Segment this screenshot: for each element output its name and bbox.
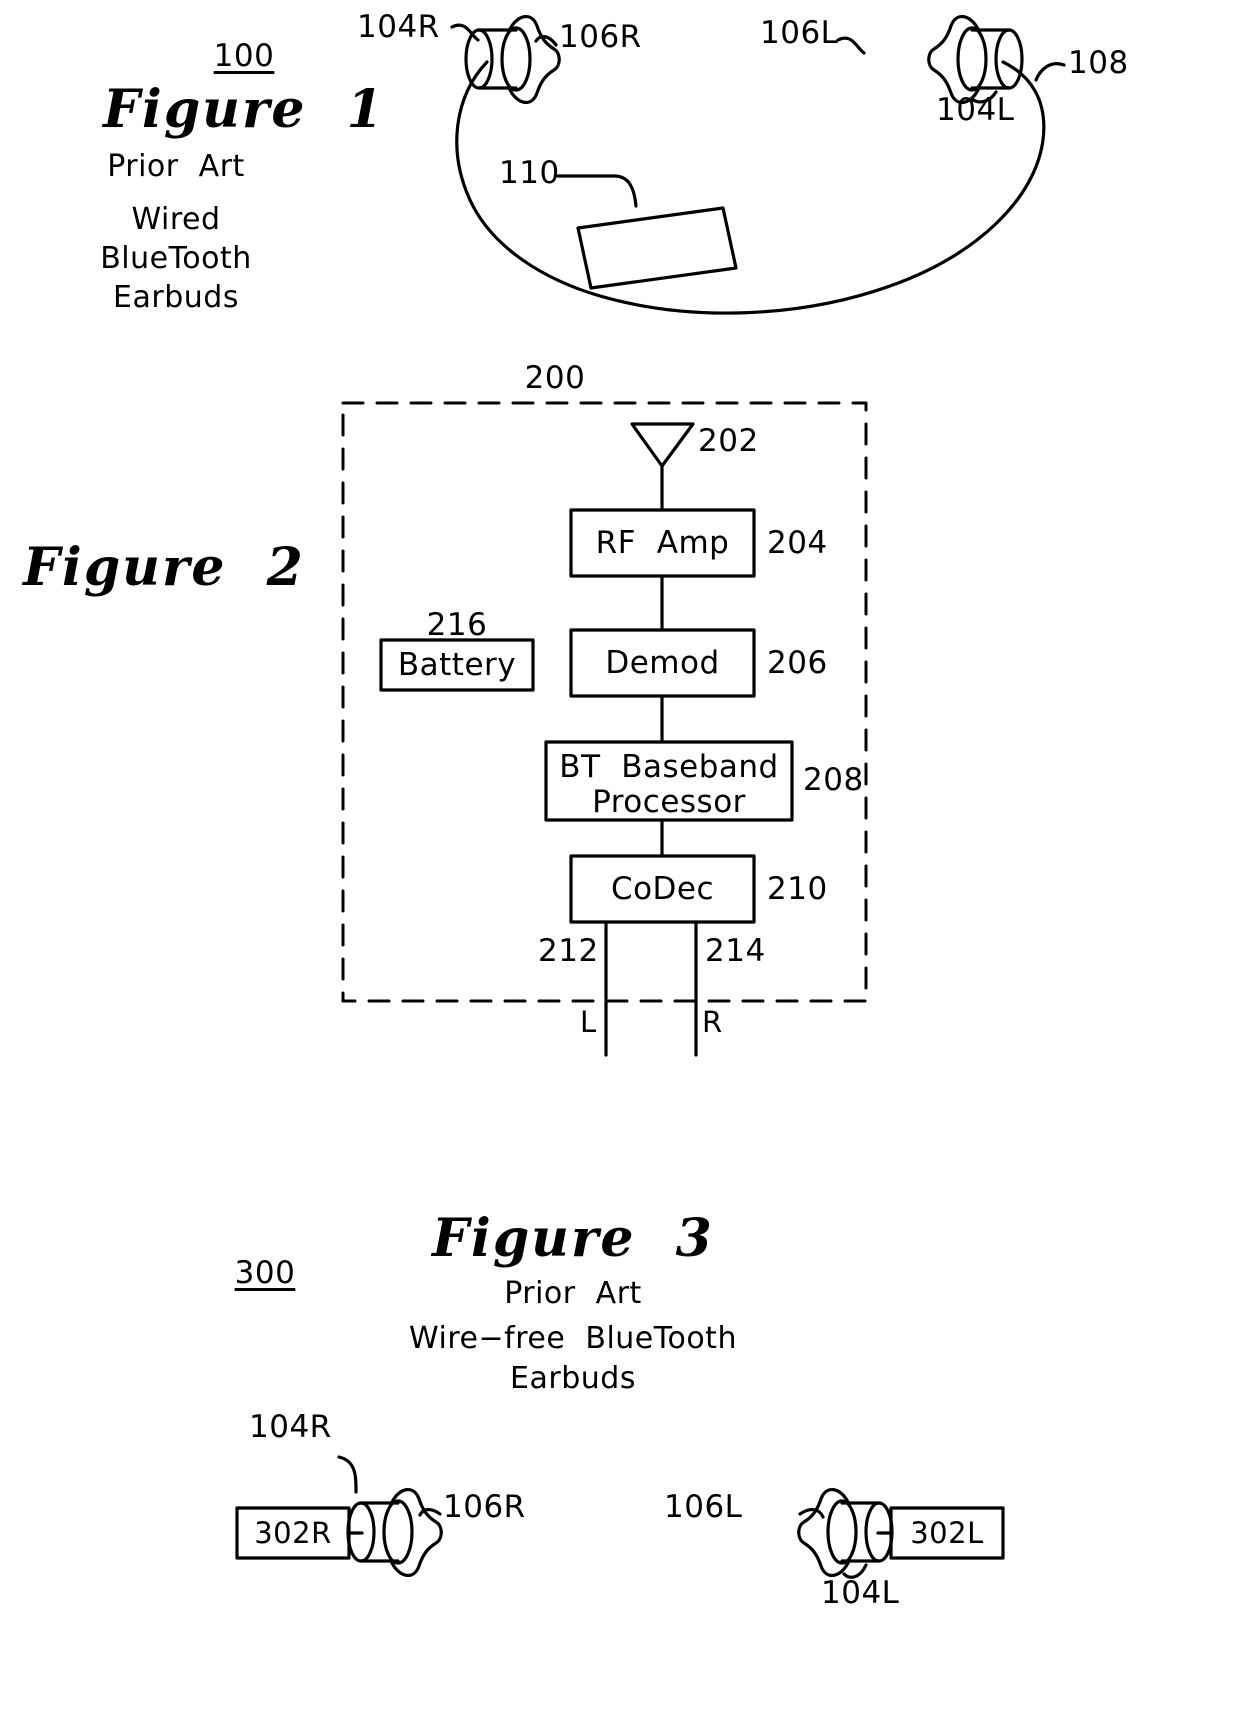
fig1-reference-number: 100 <box>213 38 275 74</box>
fig3-leader-104r <box>337 1455 358 1494</box>
fig1-left-bud-rear-face <box>956 26 988 92</box>
fig2-callout-206: 206 <box>767 645 828 681</box>
fig3-module-label-302l: 302L <box>910 1516 984 1550</box>
fig2-block-label-codec: CoDec <box>610 871 715 907</box>
fig1-callout-106l: 106L <box>760 15 839 51</box>
fig3-left-bud-rear-face <box>826 1499 858 1565</box>
fig2-antenna-202 <box>630 422 695 468</box>
fig1-callout-106r: 106R <box>559 19 642 55</box>
fig2-block-label-demod: Demod <box>605 645 720 681</box>
fig2-callout-202: 202 <box>698 423 759 459</box>
fig3-callout-104r: 104R <box>249 1409 332 1445</box>
fig2-callout-208: 208 <box>803 762 864 798</box>
fig3-title: Figure 3 <box>432 1208 714 1269</box>
fig3-leader-106r <box>418 1508 442 1517</box>
fig1-right-bud-rear-face <box>500 26 532 92</box>
fig2-callout-210: 210 <box>767 871 828 907</box>
fig3-callout-104l: 104L <box>821 1575 900 1611</box>
fig1-title: Figure 1 <box>103 79 385 140</box>
fig3-caption-line-3: Earbuds <box>510 1361 636 1396</box>
fig1-callout-104r: 104R <box>357 9 440 45</box>
fig3-reference-number: 300 <box>234 1255 296 1291</box>
fig2-callout-212: 212 <box>538 933 599 969</box>
fig3-callout-106l: 106L <box>664 1489 743 1525</box>
fig2-block-label-battery: Battery <box>397 647 517 683</box>
fig3-right-bud-rear-face <box>382 1499 414 1565</box>
fig1-caption-line-1: Prior Art <box>107 149 245 184</box>
fig2-callout-214: 214 <box>705 933 766 969</box>
fig3-callout-106r: 106R <box>443 1489 526 1525</box>
fig1-caption-line-2: Wired <box>131 202 221 237</box>
fig2-callout-204: 204 <box>767 525 828 561</box>
fig3-module-label-302r: 302R <box>254 1516 332 1550</box>
fig1-right-bud-front-face <box>464 28 494 90</box>
fig2-output-channel-right: R <box>702 1005 723 1039</box>
fig2-block-label-bt-baseband-line2: Processor <box>592 784 746 820</box>
fig1-caption-line-4: Earbuds <box>113 280 239 315</box>
fig3-caption-line-1: Prior Art <box>504 1276 642 1311</box>
fig2-block-label-bt-baseband-line1: BT Baseband <box>559 749 779 785</box>
fig1-callout-110: 110 <box>499 155 560 191</box>
fig1-callout-104l: 104L <box>936 92 1015 128</box>
fig1-inline-control-module <box>576 206 738 290</box>
fig2-output-channel-left: L <box>580 1005 597 1039</box>
fig2-reference-number-200: 200 <box>524 360 586 396</box>
fig1-leader-106l <box>836 36 866 55</box>
fig2-block-label-rf-amp: RF Amp <box>595 525 730 561</box>
fig1-callout-108: 108 <box>1068 45 1129 81</box>
fig3-caption-line-2: Wire−free BlueTooth <box>409 1321 737 1356</box>
fig1-caption-line-3: BlueTooth <box>100 241 252 276</box>
fig1-leader-108 <box>1034 62 1066 82</box>
fig1-leader-110 <box>556 174 638 208</box>
fig2-module-boundary-200 <box>341 401 868 1003</box>
fig2-callout-216: 216 <box>426 607 488 643</box>
fig2-title: Figure 2 <box>23 537 305 598</box>
patent-drawing-sheet: 100 Figure 1 Prior Art Wired BlueTooth E… <box>0 0 1240 1730</box>
fig1-left-bud-front-face <box>994 28 1024 90</box>
